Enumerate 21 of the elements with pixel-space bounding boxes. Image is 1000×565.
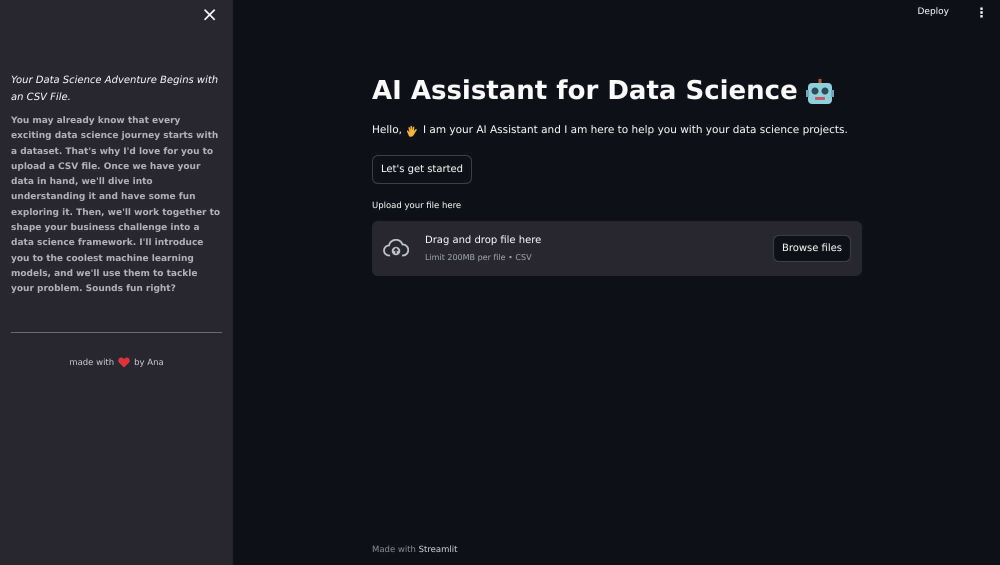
sidebar-heading: Your Data Science Adventure Begins with an CSV File. (11, 74, 220, 105)
close-button[interactable]: × (197, 4, 222, 24)
file-limit-text: Limit 200MB per file • CSV (425, 252, 533, 264)
footer-text: by Ana (134, 356, 164, 370)
greeting-text: I am your AI Assistant and I am here to help you with your data science projects. (422, 123, 848, 138)
dropzone-text: Drag and drop file here (425, 234, 542, 248)
upload-label: Upload your file here (372, 200, 462, 213)
browse-files-button[interactable]: Browse files (772, 234, 851, 262)
heart-icon (118, 357, 130, 368)
sidebar-paragraph: You may already know that every exciting data science journey starts with a dataset. That's why I'd love for you to upload a CSV file. Once we have your data in hand, we'll dive into understanding it and have some fun exploring it. Then, we'll work together to shape your business challenge into a data science framework. I'll introduce you to the coolest machine learning models, and we'll use them to tackle your problem. Sounds fun right? (11, 115, 222, 296)
upload-cloud-icon (383, 239, 409, 258)
deploy-button[interactable]: Deploy (911, 4, 955, 22)
file-dropzone[interactable]: Drag and drop file here Limit 200MB per file • CSV Browse files (372, 220, 862, 276)
page-title: AI Assistant for Data Science (372, 76, 798, 108)
menu-button[interactable]: ⋮ (971, 6, 992, 20)
greeting-text: Hello, (372, 123, 402, 138)
footer-text: made with (69, 356, 114, 370)
hand-icon (406, 124, 419, 138)
made-with-text: Made with Streamlit (372, 545, 458, 556)
robot-icon (806, 78, 834, 106)
start-button[interactable]: Let's get started (372, 154, 472, 184)
